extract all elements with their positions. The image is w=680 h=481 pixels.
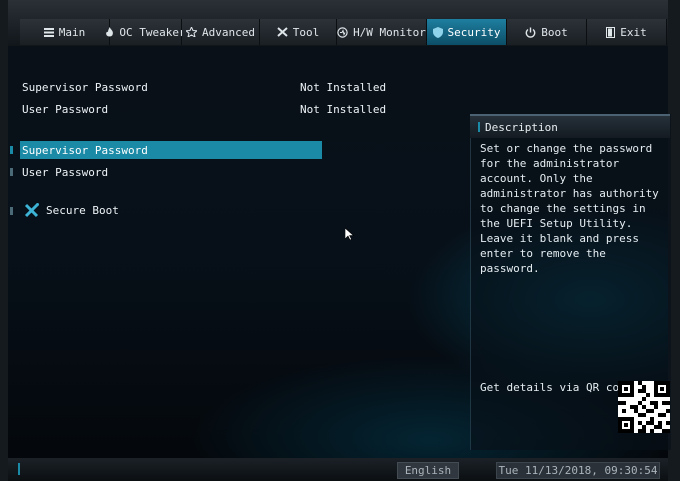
menu-item-label: User Password	[22, 165, 109, 179]
datetime-display: Tue 11/13/2018, 09:30:54	[496, 462, 660, 479]
flame-icon	[105, 27, 114, 37]
tab-oc-tweaker[interactable]: OC Tweaker	[106, 19, 186, 45]
star-icon	[186, 27, 197, 37]
power-icon	[525, 27, 536, 38]
language-button[interactable]: English	[397, 462, 459, 479]
qr-code	[618, 381, 670, 433]
tab-label: OC Tweaker	[119, 25, 186, 39]
tab-label: Advanced	[202, 25, 255, 39]
menu-item-label: Supervisor Password	[22, 143, 148, 157]
item-marker	[10, 168, 13, 176]
mouse-cursor	[344, 226, 355, 245]
monitor-icon	[337, 26, 348, 38]
description-text: Set or change the password for the admin…	[480, 142, 659, 275]
tab-security[interactable]: Security	[427, 19, 507, 45]
qr-caption: Get details via QR code	[480, 381, 633, 394]
shield-icon	[432, 26, 443, 38]
secure-boot-item[interactable]: Secure Boot	[22, 201, 324, 219]
tab-label: Main	[58, 25, 86, 39]
tab-advanced[interactable]: Advanced	[182, 19, 260, 45]
selection-marker	[10, 146, 13, 154]
user-password-item[interactable]: User Password	[20, 163, 322, 181]
tools-icon	[277, 27, 288, 37]
bottom-marker	[18, 463, 20, 475]
user-password-status: Not Installed	[300, 103, 387, 116]
header-marker	[478, 122, 480, 132]
menu-item-label: Secure Boot	[46, 203, 119, 217]
supervisor-password-status: Not Installed	[300, 81, 387, 94]
user-password-label: User Password	[22, 103, 109, 116]
exit-icon	[606, 26, 616, 38]
tab-main[interactable]: Main	[20, 19, 110, 45]
left-border	[0, 0, 8, 481]
description-header: Description	[470, 114, 670, 138]
menu-icon	[43, 27, 54, 37]
tab-hw-monitor[interactable]: H/W Monitor	[337, 19, 427, 45]
tab-boot[interactable]: Boot	[507, 19, 587, 45]
tab-label: Tool	[292, 25, 320, 39]
item-marker	[10, 207, 13, 215]
tab-tool[interactable]: Tool	[260, 19, 337, 45]
supervisor-password-label: Supervisor Password	[22, 81, 148, 94]
tab-label: Exit	[620, 25, 647, 39]
supervisor-password-item[interactable]: Supervisor Password	[20, 141, 322, 159]
tab-bar: Main OC Tweaker Advanced Tool H/W Monito…	[20, 19, 670, 45]
tab-label: H/W Monitor	[353, 25, 426, 39]
wrench-icon	[24, 202, 40, 218]
tab-label: Boot	[541, 25, 568, 39]
tab-exit[interactable]: Exit	[587, 19, 667, 45]
description-title: Description	[485, 120, 558, 134]
tab-label: Security	[447, 25, 501, 39]
